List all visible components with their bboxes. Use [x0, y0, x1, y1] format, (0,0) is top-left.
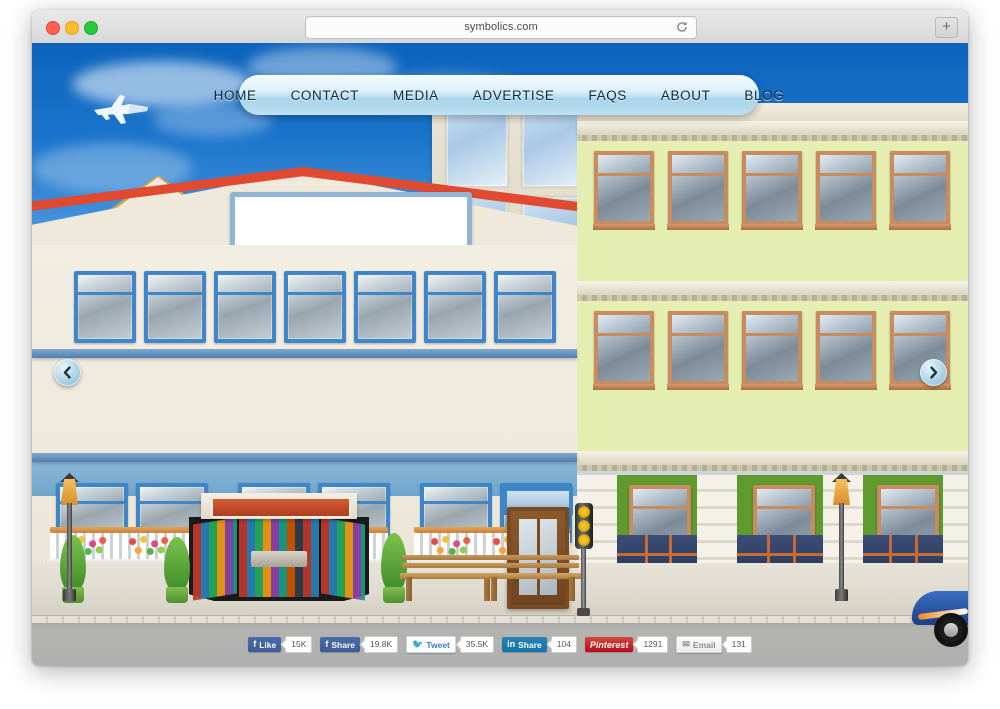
window: [593, 151, 655, 230]
main-navigation[interactable]: HOME CONTACT MEDIA ADVERTISE FAQS ABOUT …: [214, 75, 784, 115]
window: [889, 151, 951, 230]
social-count: 1291: [637, 636, 669, 653]
building-ledge: [577, 121, 968, 141]
window: [284, 271, 346, 343]
facebook-share-button[interactable]: f Share: [320, 637, 360, 652]
email-share-button[interactable]: ✉ Email: [676, 636, 722, 653]
social-group-facebook-like: f Like 15K: [248, 636, 313, 653]
address-bar[interactable]: symbolics.com: [305, 16, 697, 39]
pinterest-icon: Pinterest: [589, 639, 629, 650]
window: [815, 311, 877, 390]
nav-item-advertise[interactable]: ADVERTISE: [456, 88, 572, 103]
new-tab-button[interactable]: +: [935, 17, 958, 38]
chevron-left-icon: [63, 366, 71, 379]
window: [667, 311, 729, 390]
car-hubcap: [944, 623, 958, 637]
window-close-button[interactable]: [46, 21, 60, 35]
social-group-email: ✉ Email 131: [676, 636, 752, 653]
linkedin-icon: in: [507, 639, 516, 649]
page-viewport: HOME CONTACT MEDIA ADVERTISE FAQS ABOUT …: [32, 43, 968, 665]
social-label: Share: [518, 639, 542, 650]
pinterest-button[interactable]: Pinterest: [584, 637, 634, 652]
facebook-icon: f: [253, 639, 257, 649]
street-lamp: [832, 473, 852, 603]
social-count: 104: [550, 636, 577, 653]
newsstand-counter: [251, 551, 307, 567]
window: [667, 151, 729, 230]
traffic-light: [575, 503, 593, 616]
newsstand-kiosk: [189, 493, 369, 601]
social-group-facebook-share: f Share 19.8K: [320, 636, 399, 653]
chevron-right-icon: [930, 366, 938, 379]
traffic-light-pole: [581, 549, 586, 611]
window: [424, 271, 486, 343]
nav-item-about[interactable]: ABOUT: [644, 88, 728, 103]
carousel-prev-button[interactable]: [54, 359, 81, 386]
browser-titlebar: symbolics.com +: [32, 10, 968, 44]
window: [741, 311, 803, 390]
social-label: Email: [692, 639, 716, 650]
traffic-light-base: [577, 608, 590, 616]
magazine-rack: [321, 517, 365, 601]
airplane-icon: [94, 95, 148, 124]
social-label: Tweet: [426, 639, 450, 650]
window: [741, 151, 803, 230]
nav-item-home[interactable]: HOME: [197, 88, 274, 103]
building-cornice: [32, 349, 577, 358]
social-group-twitter: 🐦 Tweet 35.5K: [406, 636, 495, 653]
twitter-icon: 🐦: [412, 639, 424, 649]
magazine-rack: [193, 517, 237, 601]
nav-item-media[interactable]: MEDIA: [376, 88, 456, 103]
window-maximize-button[interactable]: [84, 21, 98, 35]
window-minimize-button[interactable]: [65, 21, 79, 35]
street-bench: [400, 555, 496, 601]
social-label: Share: [331, 639, 355, 650]
window: [354, 271, 416, 343]
street-bench: [485, 555, 581, 601]
social-group-pinterest: Pinterest 1291: [584, 636, 669, 653]
right-building: [577, 103, 968, 623]
social-share-bar: f Like 15K f Share 19.8K 🐦 Tweet 35.5K i…: [32, 636, 968, 653]
carousel-next-button[interactable]: [920, 359, 947, 386]
url-text: symbolics.com: [464, 21, 538, 33]
nav-item-blog[interactable]: BLOG: [727, 88, 801, 103]
window: [815, 151, 877, 230]
social-group-linkedin: in Share 104: [502, 636, 577, 653]
building-ledge: [577, 281, 968, 301]
social-count: 35.5K: [459, 636, 495, 653]
browser-window: symbolics.com + HOME CONTACT MEDIA ADVER…: [32, 10, 968, 665]
facebook-like-button[interactable]: f Like: [248, 637, 282, 652]
envelope-icon: ✉: [682, 639, 690, 649]
linkedin-share-button[interactable]: in Share: [502, 637, 547, 652]
twitter-tweet-button[interactable]: 🐦 Tweet: [406, 636, 456, 653]
building-cornice: [32, 453, 577, 462]
window: [144, 271, 206, 343]
reload-icon[interactable]: [676, 21, 688, 33]
nav-item-faqs[interactable]: FAQS: [571, 88, 643, 103]
window: [593, 311, 655, 390]
facebook-icon: f: [325, 639, 329, 649]
window: [74, 271, 136, 343]
social-count: 15K: [285, 636, 313, 653]
social-label: Like: [259, 639, 277, 650]
traffic-light-housing: [575, 503, 593, 549]
nav-item-contact[interactable]: CONTACT: [274, 88, 376, 103]
social-count: 19.8K: [363, 636, 399, 653]
topiary-plant: [160, 537, 194, 603]
social-count: 131: [725, 636, 752, 653]
parked-car: [912, 583, 968, 647]
newsstand-sign: [211, 497, 351, 518]
building-ledge: [577, 451, 968, 471]
street-lamp: [60, 473, 80, 603]
window: [214, 271, 276, 343]
window: [494, 271, 556, 343]
